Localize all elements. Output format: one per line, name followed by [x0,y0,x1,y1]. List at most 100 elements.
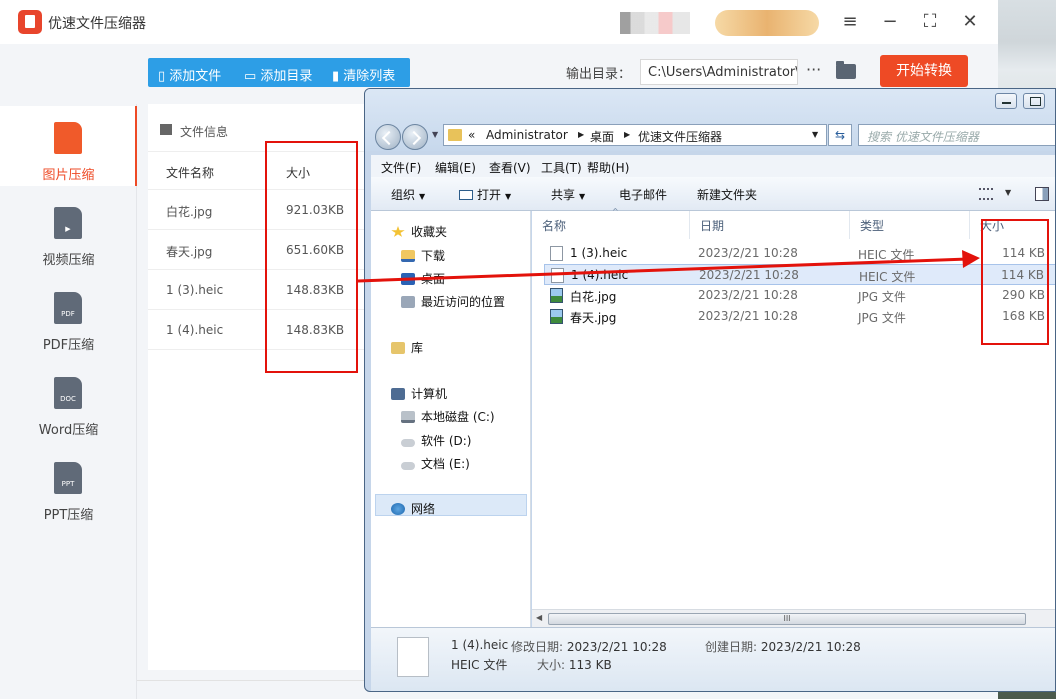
network-icon [391,503,405,515]
file-name: 1 (3).heic [570,246,628,260]
start-convert-button[interactable]: 开始转换 [880,55,968,87]
doc-file-icon: DOC [54,377,82,409]
forward-arrow-icon[interactable] [402,124,428,150]
blurred-vip-badge[interactable] [715,10,819,36]
breadcrumb-desktop[interactable]: 桌面 [590,128,614,145]
blank-file-icon [550,246,563,261]
annotation-box-explorer-sizes [981,219,1049,345]
organize-button[interactable]: 组织 ▼ [391,186,425,203]
maximize-icon[interactable] [1023,93,1045,109]
nav-libraries[interactable]: 库 [391,339,423,356]
scroll-thumb[interactable]: III [548,613,1026,625]
address-overflow[interactable]: « [468,128,475,142]
more-options-button[interactable]: ··· [806,60,821,79]
image-icon [160,124,172,135]
output-dir-label: 输出目录： [566,67,632,82]
breadcrumb-administrator[interactable]: Administrator [486,128,568,142]
new-folder-button[interactable]: 新建文件夹 [697,186,757,203]
breadcrumb-folder[interactable]: 优速文件压缩器 [638,128,722,145]
explorer-frame: ▼ « Administrator ▶ 桌面 ▶ 优速文件压缩器 ▼ ⇆ 搜索 … [365,89,1055,151]
file-name: 1 (3).heic [166,283,224,297]
search-input[interactable]: 搜索 优速文件压缩器 [858,124,1055,146]
chevron-down-icon[interactable]: ▼ [812,130,818,139]
horizontal-scrollbar[interactable]: ◀ III [532,609,1055,627]
column-date-header[interactable]: 日期 [690,211,850,239]
list-item[interactable]: 春天.jpg 2023/2/21 10:28 JPG 文件 168 KB [544,306,1055,327]
nav-downloads[interactable]: 下载 [401,247,445,264]
chevron-right-icon[interactable]: ▶ [624,130,630,139]
output-dir-field[interactable]: C:\Users\Administrator\ [640,59,798,85]
close-icon[interactable]: ✕ [960,12,980,32]
nav-drive-d[interactable]: 软件 (D:) [401,432,471,449]
column-name-header[interactable]: ^ 名称 [532,207,690,239]
preview-pane-icon[interactable] [1035,187,1049,201]
scroll-left-icon[interactable]: ◀ [536,613,542,622]
column-type-header[interactable]: 类型 [850,211,970,239]
add-folder-button[interactable]: ▭ 添加目录 [244,65,312,84]
view-options-icon[interactable] [979,188,993,200]
drive-icon [401,462,415,470]
image-file-icon [550,288,563,303]
file-type: HEIC 文件 [859,270,916,284]
sidebar-item-0[interactable]: 图片压缩 [0,106,137,186]
recent-places-icon [401,296,415,308]
file-name: 白花.jpg [570,290,617,304]
file-toolbar: ▯ 添加文件 ▭ 添加目录 ▮ 清除列表 [148,58,410,87]
back-arrow-icon[interactable] [375,124,401,150]
file-type: JPG 文件 [858,290,906,304]
sidebar-item-2[interactable]: PDF PDF压缩 [0,276,137,356]
file-date: 2023/2/21 10:28 [698,309,798,323]
minimize-icon[interactable] [995,93,1017,109]
list-item[interactable]: 1 (4).heic 2023/2/21 10:28 HEIC 文件 114 KB [544,264,1055,285]
menu-item-0[interactable]: 文件(F) [381,159,421,176]
sidebar-item-label: Word压缩 [38,423,99,438]
sidebar-item-label: PDF压缩 [42,338,95,353]
file-type: HEIC 文件 [858,248,915,262]
sort-caret-icon: ^ [612,207,619,216]
minimize-icon[interactable]: − [880,12,900,32]
file-date: 2023/2/21 10:28 [698,288,798,302]
sidebar-item-1[interactable]: ▶ 视频压缩 [0,191,137,271]
nav-network[interactable]: 网络 [391,500,435,517]
clear-list-button[interactable]: ▮ 清除列表 [332,65,395,84]
open-folder-icon[interactable] [836,61,856,79]
command-bar: 组织 ▼ 打开 ▼ 共享 ▼ 电子邮件 新建文件夹 ▼ [371,177,1055,211]
sidebar-item-4[interactable]: PPT PPT压缩 [0,446,137,526]
share-button[interactable]: 共享 ▼ [551,186,585,203]
detail-created: 创建日期: 2023/2/21 10:28 [705,640,861,654]
file-name: 1 (4).heic [166,323,224,337]
add-file-button[interactable]: ▯ 添加文件 [158,65,221,84]
list-item[interactable]: 白花.jpg 2023/2/21 10:28 JPG 文件 290 KB [544,285,1055,306]
menu-item-2[interactable]: 查看(V) [489,159,531,176]
menu-item-3[interactable]: 工具(T) [541,159,582,176]
file-name: 1 (4).heic [571,268,629,282]
sidebar-item-3[interactable]: DOC Word压缩 [0,361,137,441]
menu-item-1[interactable]: 编辑(E) [435,159,476,176]
title-bar: 优速文件压缩器 ≡ − ⛶ ✕ [0,0,998,44]
list-item[interactable]: 1 (3).heic 2023/2/21 10:28 HEIC 文件 114 KB [544,243,1055,264]
nav-drive-c[interactable]: 本地磁盘 (C:) [401,408,495,425]
chevron-right-icon[interactable]: ▶ [578,130,584,139]
nav-computer[interactable]: 计算机 [391,385,447,402]
maximize-icon[interactable]: ⛶ [920,12,940,32]
menu-item-4[interactable]: 帮助(H) [587,159,629,176]
open-button[interactable]: 打开 ▼ [459,186,511,203]
ppt-file-icon: PPT [54,462,82,494]
panel-title: 文件信息 [180,125,229,139]
nav-recent[interactable]: 最近访问的位置 [401,293,505,310]
file-name: 春天.jpg [570,311,617,325]
refresh-icon[interactable]: ⇆ [828,124,852,146]
email-button[interactable]: 电子邮件 [619,186,667,203]
annotation-box-app-sizes [265,141,358,373]
menu-icon[interactable]: ≡ [840,12,860,32]
chevron-down-icon[interactable]: ▼ [1005,188,1011,197]
download-folder-icon [401,250,415,262]
blurred-account-info [620,12,690,34]
file-date: 2023/2/21 10:28 [698,246,798,260]
detail-type: HEIC 文件 [451,658,508,672]
address-bar[interactable]: « Administrator ▶ 桌面 ▶ 优速文件压缩器 ▼ [443,124,827,146]
nav-favorites[interactable]: 收藏夹 [391,223,447,240]
nav-desktop[interactable]: 桌面 [401,270,445,287]
nav-drive-e[interactable]: 文档 (E:) [401,455,470,472]
recent-pages-caret-icon[interactable]: ▼ [432,130,438,139]
